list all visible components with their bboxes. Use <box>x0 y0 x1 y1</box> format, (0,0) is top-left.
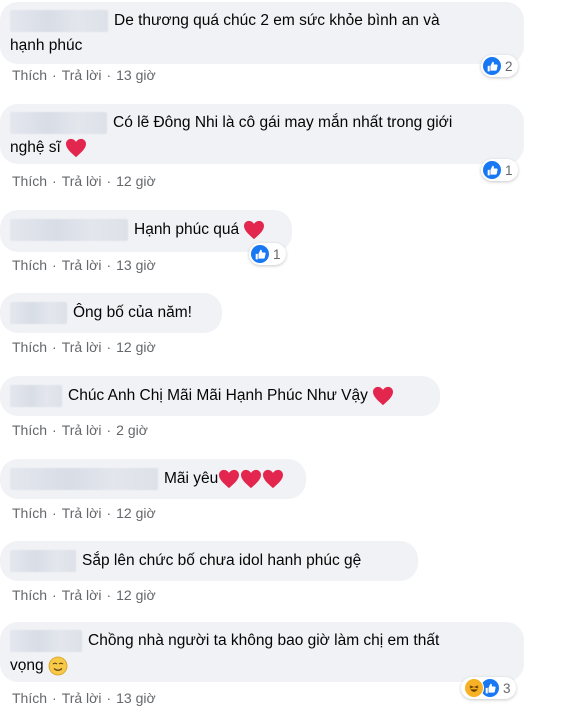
separator-dot: · <box>52 67 57 83</box>
red-heart-icon <box>241 469 262 488</box>
reply-link[interactable]: Trả lời <box>62 173 102 189</box>
reaction-count: 1 <box>273 246 281 262</box>
reply-link[interactable]: Trả lời <box>62 339 102 355</box>
comment-time[interactable]: 12 giờ <box>116 505 156 521</box>
comment-bubble: Chồng nhà người ta không bao giờ làm chị… <box>0 622 524 682</box>
commenter-name-redacted[interactable] <box>10 301 67 324</box>
comment-text: Chồng nhà người ta không bao giờ làm chị… <box>88 632 440 649</box>
separator-dot: · <box>52 339 57 355</box>
comment-text: Ông bố của năm! <box>73 304 192 321</box>
comment-bubble: Có lẽ Đông Nhi là cô gái may mắn nhất tr… <box>0 104 524 164</box>
commenter-name-redacted[interactable] <box>10 467 158 490</box>
separator-dot: · <box>52 505 57 521</box>
comment-time[interactable]: 12 giờ <box>116 587 156 603</box>
comment-text-cont: vọng <box>10 657 44 674</box>
comment-actions: Thích · Trả lời · 13 giờ <box>12 257 156 273</box>
like-reaction-icon <box>251 245 269 263</box>
commenter-name-redacted[interactable] <box>10 111 107 134</box>
comment-bubble: De thương quá chúc 2 em sức khỏe bình an… <box>0 2 524 64</box>
like-link[interactable]: Thích <box>12 257 47 273</box>
comment-actions: Thích · Trả lời · 12 giờ <box>12 339 156 355</box>
like-link[interactable]: Thích <box>12 173 47 189</box>
separator-dot: · <box>52 173 57 189</box>
separator-dot: · <box>106 587 112 603</box>
comment-time[interactable]: 2 giờ <box>116 422 148 438</box>
haha-reaction-icon <box>464 678 484 698</box>
like-reaction-icon <box>483 161 501 179</box>
commenter-name-redacted[interactable] <box>10 218 128 241</box>
separator-dot: · <box>52 587 57 603</box>
comment-time[interactable]: 13 giờ <box>116 67 156 83</box>
like-link[interactable]: Thích <box>12 587 47 603</box>
comment-bubble: Hạnh phúc quá <box>0 210 292 252</box>
reaction-count-badge[interactable]: 1 <box>481 159 518 181</box>
like-link[interactable]: Thích <box>12 505 47 521</box>
comment-bubble: Mãi yêu <box>0 459 306 499</box>
commenter-name-redacted[interactable] <box>10 9 108 32</box>
comment-time[interactable]: 13 giờ <box>116 257 156 273</box>
reaction-count: 2 <box>505 58 513 74</box>
comment-actions: Thích · Trả lời · 13 giờ <box>12 67 156 83</box>
reply-link[interactable]: Trả lời <box>62 422 102 438</box>
relieved-face-emoji-icon <box>48 656 68 676</box>
comment-bubble: Chúc Anh Chị Mãi Mãi Hạnh Phúc Như Vậy <box>0 376 440 416</box>
comment-text: De thương quá chúc 2 em sức khỏe bình an… <box>114 12 440 29</box>
comment-actions: Thích · Trả lời · 12 giờ <box>12 587 156 603</box>
reaction-count: 3 <box>503 680 511 696</box>
separator-dot: · <box>106 690 112 706</box>
red-heart-icon <box>219 469 240 488</box>
reply-link[interactable]: Trả lời <box>62 587 102 603</box>
comment-actions: Thích · Trả lời · 12 giờ <box>12 505 156 521</box>
separator-dot: · <box>106 339 112 355</box>
reaction-count-badge[interactable]: 1 <box>249 243 286 265</box>
comment-time[interactable]: 12 giờ <box>116 173 156 189</box>
reply-link[interactable]: Trả lời <box>62 257 102 273</box>
like-link[interactable]: Thích <box>12 67 47 83</box>
reaction-count-badge[interactable]: 2 <box>481 55 518 77</box>
comment-time[interactable]: 13 giờ <box>116 690 156 706</box>
separator-dot: · <box>106 67 112 83</box>
comment-bubble: Ông bố của năm! <box>0 293 222 333</box>
reply-link[interactable]: Trả lời <box>62 67 102 83</box>
comment-text: Hạnh phúc quá <box>134 221 240 238</box>
comment-text-cont: nghệ sĩ <box>10 139 61 156</box>
like-reaction-icon <box>483 57 501 75</box>
like-link[interactable]: Thích <box>12 339 47 355</box>
red-heart-icon <box>66 138 87 157</box>
separator-dot: · <box>52 422 57 438</box>
comment-text: Chúc Anh Chị Mãi Mãi Hạnh Phúc Như Vậy <box>68 387 368 404</box>
comment-actions: Thích · Trả lời · 2 giờ <box>12 422 148 438</box>
reaction-count: 1 <box>505 162 513 178</box>
comment-text: Sắp lên chức bố chưa idol hanh phúc gệ <box>82 552 362 569</box>
red-heart-icon <box>263 469 284 488</box>
reply-link[interactable]: Trả lời <box>62 505 102 521</box>
comment-bubble: Sắp lên chức bố chưa idol hanh phúc gệ <box>0 541 418 581</box>
comment-actions: Thích · Trả lời · 13 giờ <box>12 690 156 706</box>
red-heart-icon <box>244 220 265 239</box>
separator-dot: · <box>106 173 112 189</box>
like-link[interactable]: Thích <box>12 422 47 438</box>
like-link[interactable]: Thích <box>12 690 47 706</box>
separator-dot: · <box>106 422 112 438</box>
commenter-name-redacted[interactable] <box>10 384 62 407</box>
separator-dot: · <box>52 257 57 273</box>
comment-actions: Thích · Trả lời · 12 giờ <box>12 173 156 189</box>
reply-link[interactable]: Trả lời <box>62 690 102 706</box>
comment-text: Có lẽ Đông Nhi là cô gái may mắn nhất tr… <box>113 114 453 131</box>
comment-time[interactable]: 12 giờ <box>116 339 156 355</box>
red-heart-icon <box>373 386 394 405</box>
commenter-name-redacted[interactable] <box>10 629 82 652</box>
reaction-count-badge[interactable]: 3 <box>461 677 516 699</box>
separator-dot: · <box>106 257 112 273</box>
comment-text: Mãi yêu <box>164 470 219 487</box>
separator-dot: · <box>52 690 57 706</box>
commenter-name-redacted[interactable] <box>10 549 76 572</box>
separator-dot: · <box>106 505 112 521</box>
comment-text-cont: hạnh phúc <box>10 37 83 54</box>
